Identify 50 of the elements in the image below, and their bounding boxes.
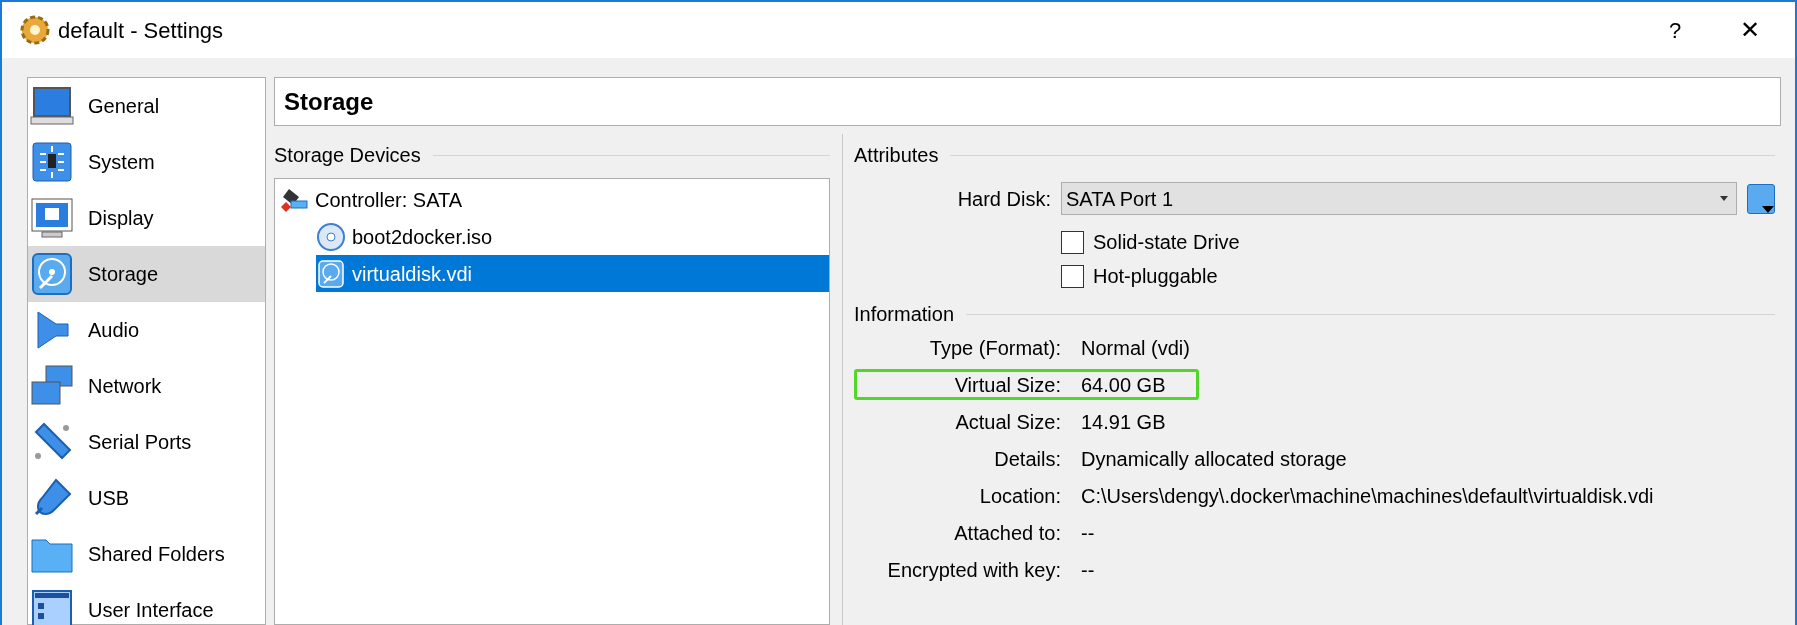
network-icon	[30, 364, 74, 408]
info-label: Details:	[993, 446, 1061, 472]
group-label: Storage Devices	[274, 143, 421, 168]
tree-item[interactable]: Controller: SATA	[279, 181, 829, 218]
info-value: 64.00 GB	[1081, 372, 1166, 398]
info-value: Dynamically allocated storage	[1081, 446, 1347, 472]
chip-icon	[30, 140, 74, 184]
window-title: default - Settings	[58, 16, 224, 45]
sidebar-item[interactable]: Shared Folders	[28, 526, 265, 582]
info-value: 14.91 GB	[1081, 409, 1166, 435]
info-value: --	[1081, 520, 1095, 546]
checkbox-label: Solid-state Drive	[1093, 230, 1240, 255]
monitor-icon	[30, 196, 74, 240]
sidebar-item[interactable]: Display	[28, 190, 265, 246]
checkbox[interactable]	[1061, 264, 1084, 288]
sidebar-item[interactable]: Network	[28, 358, 265, 414]
info-value: --	[1081, 557, 1095, 583]
info-value: Normal (vdi)	[1081, 335, 1190, 361]
info-label: Attached to:	[953, 520, 1061, 546]
group-label: Attributes	[854, 143, 939, 168]
page-title: Storage	[274, 77, 1781, 126]
field-label: Hard Disk:	[956, 186, 1051, 212]
sidebar-item[interactable]: Audio	[28, 302, 265, 358]
checkbox[interactable]	[1061, 230, 1084, 254]
sidebar-item[interactable]: General	[28, 78, 265, 134]
hard-disk-dropdown[interactable]: SATA Port 1	[1061, 182, 1737, 215]
info-label: Type (Format):	[928, 335, 1061, 361]
tree-item[interactable]: boot2docker.iso	[316, 218, 829, 255]
info-label: Virtual Size:	[953, 372, 1061, 398]
gear-icon	[20, 15, 50, 45]
tree-item[interactable]: virtualdisk.vdi	[316, 255, 829, 292]
laptop-icon	[30, 84, 74, 128]
sidebar-item[interactable]: Storage	[28, 246, 265, 302]
caret-icon	[1762, 205, 1774, 213]
sidebar-item[interactable]: System	[28, 134, 265, 190]
window-icon	[30, 588, 74, 625]
group-label: Information	[854, 302, 955, 327]
info-label: Location:	[978, 483, 1061, 509]
help-button[interactable]: ?	[1645, 2, 1705, 58]
choose-disk-button[interactable]	[1747, 183, 1775, 214]
info-label: Encrypted with key:	[886, 557, 1061, 583]
checkbox-label: Hot-pluggable	[1093, 264, 1218, 289]
close-button[interactable]: ✕	[1705, 2, 1795, 58]
disc-icon	[316, 221, 346, 252]
sidebar-item[interactable]: User Interface	[28, 582, 265, 625]
info-label: Actual Size:	[954, 409, 1061, 435]
info-value: C:\Users\dengy\.docker\machine\machines\default\virtualdisk.vdi	[1081, 483, 1654, 509]
sidebar-item[interactable]: Serial Ports	[28, 414, 265, 470]
sidebar-item[interactable]: USB	[28, 470, 265, 526]
caret-icon	[1720, 196, 1728, 201]
